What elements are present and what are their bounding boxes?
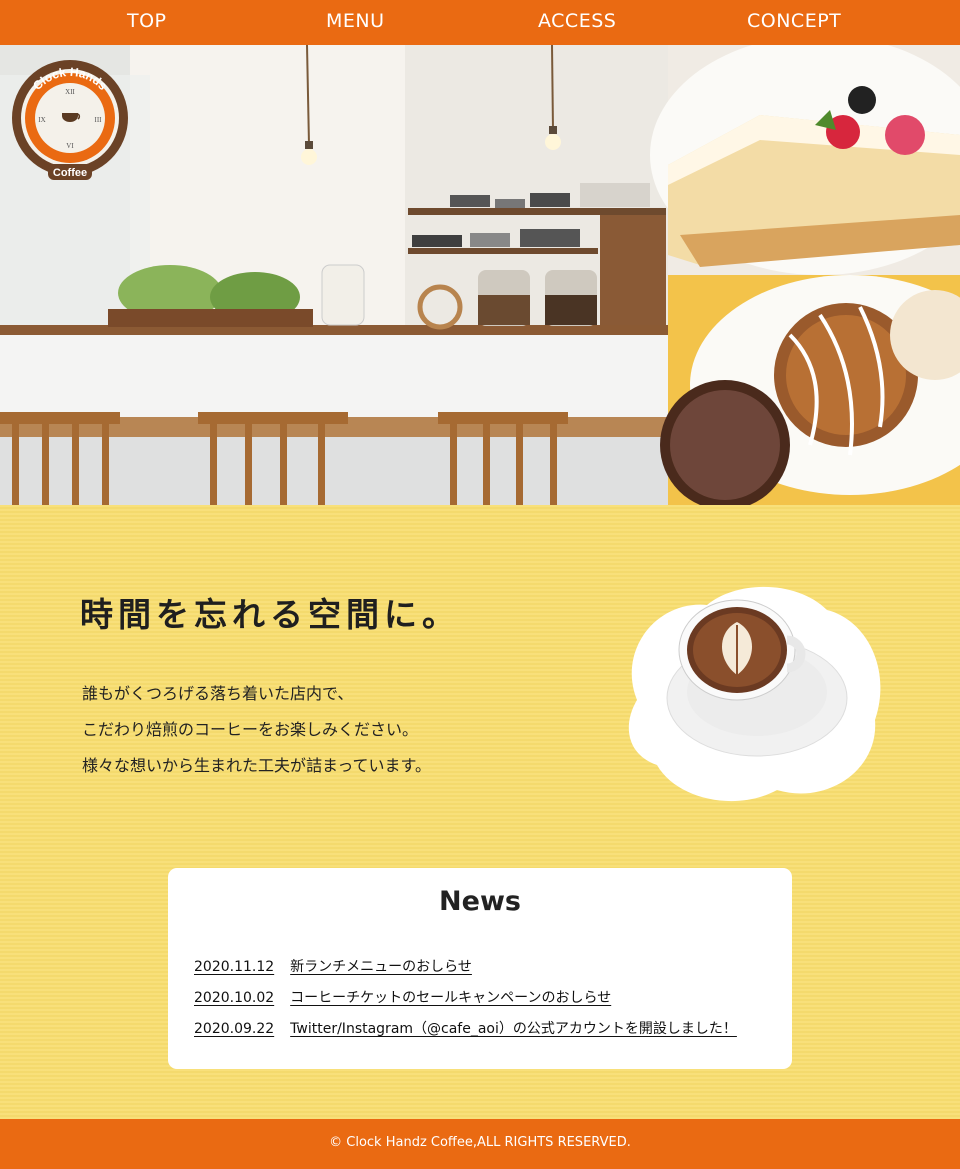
concept-line: 誰もがくつろげる落ち着いた店内で、 — [82, 684, 354, 703]
news-panel: News 2020.11.12 新ランチメニューのおしらせ 2020.10.02 コ… — [168, 868, 792, 1069]
nav-access[interactable]: ACCESS — [538, 10, 616, 32]
crepe-cake-photo — [650, 45, 960, 275]
news-text: Twitter/Instagram（@cafe_aoi）の公式アカウントを開設し… — [290, 1021, 737, 1037]
brand-logo[interactable]: Clock Hands Coffee XII III VI IX — [6, 60, 134, 182]
copyright-text: © Clock Handz Coffee,ALL RIGHTS RESERVED… — [329, 1135, 631, 1150]
nav-top[interactable]: TOP — [127, 10, 167, 32]
logo-numeral-3: III — [95, 116, 103, 124]
news-item[interactable]: 2020.11.12 新ランチメニューのおしらせ — [194, 956, 472, 976]
latte-art-photo — [617, 580, 885, 806]
news-text: コーヒーチケットのセールキャンペーンのおしらせ — [290, 990, 612, 1006]
top-nav: TOP MENU ACCESS CONCEPT — [0, 0, 960, 45]
hero-images — [0, 45, 960, 505]
news-date: 2020.09.22 — [194, 1021, 275, 1037]
donuts-photo — [660, 275, 960, 505]
concept-catchcopy: 時間を忘れる空間に。 — [80, 595, 460, 634]
news-item[interactable]: 2020.10.02 コーヒーチケットのセールキャンペーンのおしらせ — [194, 987, 611, 1007]
news-date: 2020.10.02 — [194, 990, 275, 1006]
logo-numeral-6: VI — [66, 142, 74, 150]
concept-description: 誰もがくつろげる落ち着いた店内で、 こだわり焙煎のコーヒーをお楽しみください。 … — [82, 676, 431, 784]
news-date: 2020.11.12 — [194, 959, 275, 975]
footer: © Clock Handz Coffee,ALL RIGHTS RESERVED… — [0, 1119, 960, 1169]
nav-menu[interactable]: MENU — [326, 10, 385, 32]
news-text: 新ランチメニューのおしらせ — [290, 959, 472, 975]
concept-line: 様々な想いから生まれた工夫が詰まっています。 — [82, 756, 431, 775]
news-item[interactable]: 2020.09.22 Twitter/Instagram（@cafe_aoi）の公… — [194, 1018, 737, 1038]
logo-bottom-text: Coffee — [53, 167, 87, 179]
nav-concept[interactable]: CONCEPT — [747, 10, 841, 32]
news-title: News — [439, 886, 521, 917]
concept-line: こだわり焙煎のコーヒーをお楽しみください。 — [82, 720, 419, 739]
logo-numeral-12: XII — [65, 88, 75, 96]
logo-numeral-9: IX — [38, 116, 45, 124]
